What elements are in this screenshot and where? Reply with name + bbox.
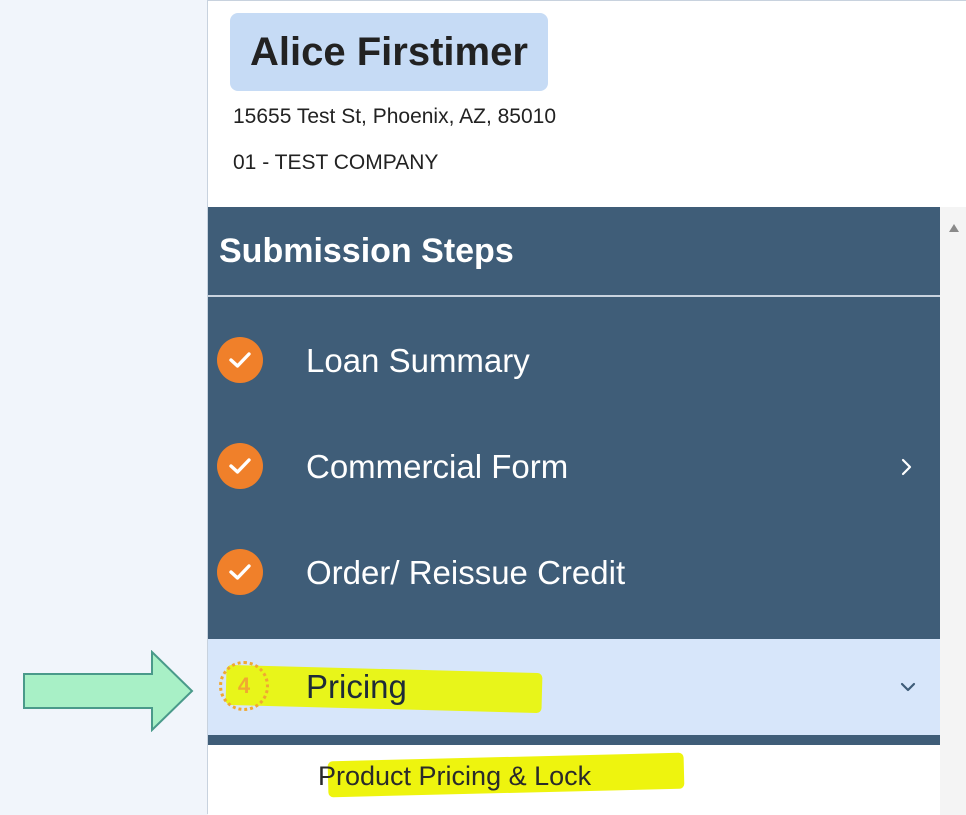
borrower-address: 15655 Test St, Phoenix, AZ, 85010 <box>233 105 557 128</box>
subitem-product-pricing-lock[interactable]: Product Pricing & Lock <box>208 745 940 815</box>
chevron-down-icon[interactable] <box>898 679 918 695</box>
borrower-header: Alice Firstimer 15655 Test St, Phoenix, … <box>208 1 966 207</box>
step-label: Pricing <box>306 668 407 705</box>
chevron-right-icon[interactable] <box>898 457 916 477</box>
loan-panel: Alice Firstimer 15655 Test St, Phoenix, … <box>207 0 966 815</box>
submission-steps-nav: Submission Steps Loan Summary Commercial… <box>208 207 940 815</box>
step-label: Loan Summary <box>306 342 530 379</box>
right-arrow-icon <box>22 649 194 733</box>
check-icon <box>217 549 263 595</box>
subitem-label: Product Pricing & Lock <box>318 761 592 791</box>
nav-title: Submission Steps <box>219 232 514 270</box>
step-order-reissue-credit[interactable]: Order/ Reissue Credit <box>208 523 940 629</box>
step-pricing[interactable]: 4 Pricing <box>208 639 940 735</box>
step-commercial-form[interactable]: Commercial Form <box>208 417 940 523</box>
check-icon <box>217 443 263 489</box>
step-loan-summary[interactable]: Loan Summary <box>208 311 940 417</box>
nav-top-section: Submission Steps Loan Summary Commercial… <box>208 207 940 745</box>
step-label: Order/ Reissue Credit <box>306 554 626 591</box>
step-number-badge: 4 <box>219 661 269 711</box>
scroll-up-icon[interactable] <box>949 219 959 232</box>
borrower-name: Alice Firstimer <box>230 13 548 91</box>
step-label: Commercial Form <box>306 448 569 485</box>
check-icon <box>217 337 263 383</box>
nav-divider <box>208 295 940 297</box>
active-step-bottom-border <box>208 735 940 745</box>
scrollbar[interactable] <box>940 207 966 815</box>
borrower-company: 01 - TEST COMPANY <box>233 151 439 174</box>
